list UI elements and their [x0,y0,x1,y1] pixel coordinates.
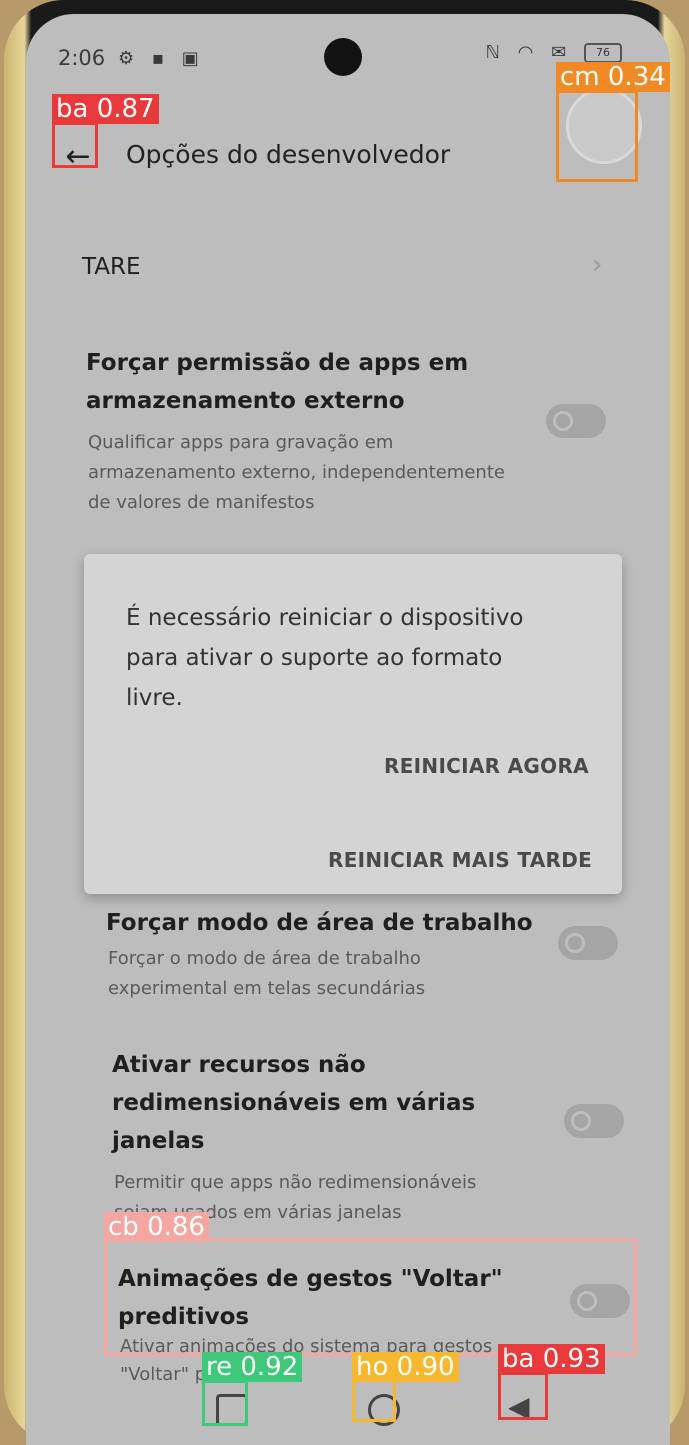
detection-box-avatar [556,90,638,182]
navigation-bar: ◀ [26,1374,670,1445]
desktop-mode-desc-1: Forçar o modo de área de trabalho [108,948,421,969]
detection-box-home [352,1376,396,1422]
detection-box-recent [202,1380,248,1426]
battery-icon: 76 [584,43,622,63]
non-resizable-title-3: janelas [112,1128,205,1154]
detection-label-avatar: cm 0.34 [556,62,670,92]
desktop-mode-title: Forçar modo de área de trabalho [106,910,533,936]
non-resizable-desc-1: Permitir que apps não redimensionáveis [114,1172,477,1193]
detection-box-back-nav [498,1372,548,1420]
page-title: Opções do desenvolvedor [126,140,451,169]
reboot-dialog: É necessário reiniciar o dispositivo par… [84,554,622,894]
external-storage-desc-1: Qualificar apps para gravação em [88,432,394,453]
external-storage-desc-2: armazenamento externo, independentemente [88,462,505,483]
status-left-icons: ⚙ ▪ ▣ [118,48,205,69]
detection-label-back-nav: ba 0.93 [498,1344,605,1374]
status-time: 2:06 [58,46,106,70]
non-resizable-title-2: redimensionáveis em várias [112,1090,476,1116]
desktop-mode-desc-2: experimental em telas secundárias [108,978,426,999]
detection-box-checkbox [104,1238,637,1356]
tare-item[interactable]: TARE [82,248,141,286]
dialog-message: É necessário reiniciar o dispositivo par… [126,598,566,718]
connectivity-icons: ℕ ◠ ✉ [485,42,573,63]
dialog-message-line-3: livre. [126,685,183,711]
detection-label-recent: re 0.92 [202,1352,303,1382]
non-resizable-title-1: Ativar recursos não [112,1052,366,1078]
external-storage-title-1: Forçar permissão de apps em [86,350,469,376]
external-storage-desc-3: de valores de manifestos [88,492,315,513]
reboot-later-button[interactable]: REINICIAR MAIS TARDE [328,848,592,872]
detection-label-checkbox: cb 0.86 [104,1212,209,1242]
external-storage-title-2: armazenamento externo [86,388,405,414]
non-resizable-toggle[interactable] [564,1104,624,1138]
detection-box-back [52,122,98,168]
desktop-mode-toggle[interactable] [558,926,618,960]
chevron-right-icon: › [592,250,603,280]
dialog-message-line-1: É necessário reiniciar o dispositivo [126,605,524,631]
detection-label-back: ba 0.87 [52,94,159,124]
camera-punch-hole [324,38,362,76]
detection-label-home: ho 0.90 [352,1352,459,1382]
dialog-message-line-2: para ativar o suporte ao formato [126,645,503,671]
external-storage-toggle[interactable] [546,404,606,438]
reboot-now-button[interactable]: REINICIAR AGORA [384,754,589,778]
status-right-icons: ℕ ◠ ✉ 76 [486,42,622,63]
